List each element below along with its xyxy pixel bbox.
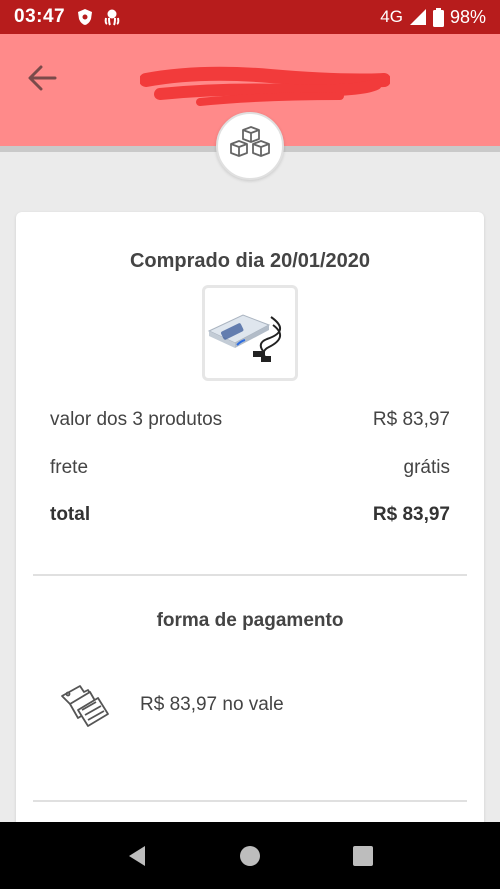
- network-type: 4G: [380, 7, 403, 26]
- payment-section-title: forma de pagamento: [156, 610, 344, 631]
- redacted-title: [140, 66, 390, 106]
- nav-recents-button[interactable]: [343, 836, 383, 876]
- square-recents-icon: [353, 845, 374, 866]
- order-summary-card: Comprado dia 20/01/2020 valor dos 3 prod…: [16, 212, 484, 852]
- voucher-icon: [61, 685, 109, 727]
- store-logo: [216, 112, 284, 180]
- row-label: valor dos 3 produtos: [50, 409, 223, 430]
- nav-home-button[interactable]: [230, 836, 270, 876]
- products-value-row: valor dos 3 produtos R$ 83,97: [50, 409, 450, 431]
- row-value: grátis: [403, 457, 450, 478]
- row-label: total: [50, 504, 91, 525]
- nav-back-button[interactable]: [117, 836, 157, 876]
- row-value: R$ 83,97: [372, 409, 450, 430]
- back-button[interactable]: [22, 58, 62, 98]
- battery-percent: 98%: [449, 6, 486, 27]
- row-value: R$ 83,97: [372, 504, 450, 525]
- status-bar: 03:47 4G 98%: [0, 0, 500, 34]
- purchase-date: Comprado dia 20/01/2020: [129, 250, 371, 272]
- notification-icons: [77, 8, 121, 26]
- hdd-enclosure-image: [207, 314, 281, 362]
- divider: [33, 800, 467, 802]
- row-label: frete: [50, 457, 89, 478]
- octopus-notification-icon: [104, 9, 120, 26]
- cubes-icon: [230, 126, 270, 157]
- status-right: 4G 98%: [380, 7, 486, 28]
- total-row: total R$ 83,97: [50, 504, 450, 526]
- product-thumbnail[interactable]: [202, 285, 298, 381]
- shield-notification-icon: [78, 9, 93, 25]
- shipping-row: frete grátis: [50, 457, 450, 479]
- battery-icon: [432, 7, 444, 27]
- signal-icon: [409, 9, 426, 25]
- divider: [33, 574, 467, 576]
- circle-home-icon: [239, 845, 260, 866]
- arrow-left-icon: [28, 65, 57, 91]
- triangle-back-icon: [128, 845, 145, 866]
- system-nav-bar: [0, 822, 500, 889]
- status-time: 03:47: [14, 6, 66, 27]
- payment-method-text: R$ 83,97 no vale: [140, 694, 284, 715]
